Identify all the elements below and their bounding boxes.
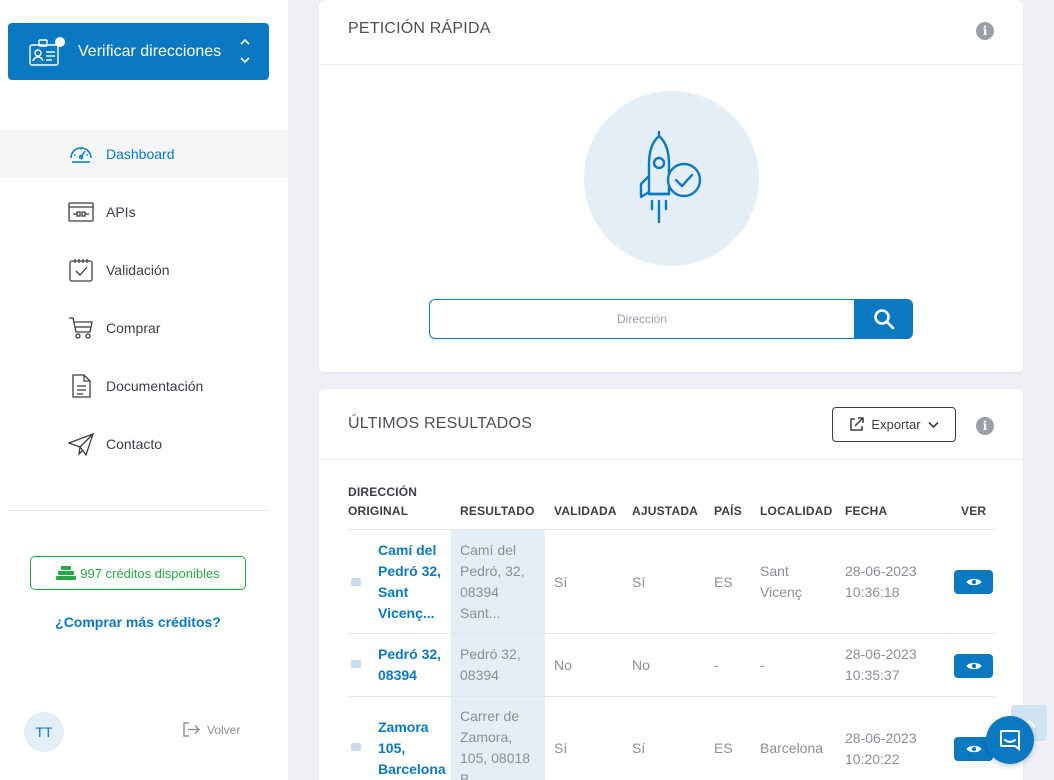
sidebar-item-label: Contacto	[106, 436, 163, 452]
paper-plane-icon	[68, 432, 94, 457]
locality-value: Sant Vicenç	[760, 563, 802, 600]
eye-icon	[966, 745, 981, 753]
row-detail-icon	[351, 578, 361, 586]
search-button[interactable]	[854, 299, 913, 339]
export-dropdown-button[interactable]: Exportar	[832, 407, 956, 442]
eye-icon	[966, 578, 981, 586]
validated-value: Sí	[554, 740, 568, 756]
validated-value: Sí	[554, 574, 568, 590]
chat-icon	[1000, 730, 1020, 751]
info-icon[interactable]: i	[976, 417, 994, 435]
sidebar-item-dashboard[interactable]: Dashboard	[0, 130, 288, 177]
adjusted-value: Sí	[632, 740, 646, 756]
card-divider	[319, 459, 1023, 460]
credits-text: 997 créditos disponibles	[80, 565, 220, 581]
locality-value: Barcelona	[760, 740, 824, 756]
result-address: Camí del Pedró, 32, 08394 Sant...	[460, 542, 525, 621]
sidebar-item-validacion[interactable]: Validación	[0, 246, 288, 293]
sidebar-item-apis[interactable]: APIs	[0, 188, 288, 235]
th-adjusted: AJUSTADA	[632, 504, 699, 518]
quick-request-title: PETICIÓN RÁPIDA	[348, 20, 491, 37]
results-table: DIRECCIÓN ORIGINAL RESULTADO VALIDADA AJ…	[348, 481, 994, 780]
app-switcher-button[interactable]: Verificar direcciones	[8, 23, 269, 80]
chevron-down-icon	[927, 421, 939, 428]
validated-value: No	[554, 657, 572, 673]
calendar-check-icon	[69, 259, 93, 282]
sidebar-item-label: Validación	[106, 262, 170, 278]
logout-icon	[183, 722, 200, 737]
search-icon	[873, 309, 894, 330]
sidebar-divider	[8, 510, 269, 511]
adjusted-value: No	[632, 657, 650, 673]
back-label: Volver	[207, 722, 241, 737]
latest-results-title: ÚLTIMOS RESULTADOS	[348, 415, 533, 432]
view-button[interactable]	[954, 654, 993, 678]
country-value: ES	[714, 740, 733, 756]
result-address: Pedró 32, 08394	[460, 646, 521, 683]
rocket-check-icon	[639, 131, 702, 223]
sidebar-item-label: Documentación	[106, 378, 204, 394]
adjusted-value: Sí	[632, 574, 646, 590]
latest-results-card: ÚLTIMOS RESULTADOS Exportar i DIRECCIÓN …	[319, 389, 1023, 780]
money-stack-icon	[56, 566, 77, 580]
address-input[interactable]	[429, 299, 854, 339]
sidebar-nav: Dashboard APIs Validación Comprar Docume…	[0, 130, 288, 478]
country-value: ES	[714, 574, 733, 590]
th-original: DIRECCIÓN ORIGINAL	[348, 485, 418, 518]
th-date: FECHA	[845, 504, 888, 518]
view-button[interactable]	[954, 570, 993, 594]
address-card-icon	[29, 37, 65, 66]
original-address-link[interactable]: Camí del Pedró 32, Sant Vicenç...	[378, 540, 441, 624]
sidebar: Verificar direcciones Dashboard APIs Val…	[0, 0, 288, 780]
document-icon	[72, 374, 91, 398]
sidebar-item-comprar[interactable]: Comprar	[0, 304, 288, 351]
result-address: Carrer de Zamora, 105, 08018 B...	[460, 708, 531, 780]
th-validated: VALIDADA	[554, 504, 617, 518]
sidebar-item-label: Comprar	[106, 320, 161, 336]
sidebar-item-documentacion[interactable]: Documentación	[0, 362, 288, 409]
avatar[interactable]: TT	[24, 712, 64, 752]
date-value: 28-06-2023 10:36:18	[845, 563, 917, 600]
sidebar-item-label: APIs	[106, 204, 136, 220]
back-button[interactable]: Volver	[183, 722, 240, 737]
original-address-link[interactable]: Zamora 105, Barcelona	[378, 717, 446, 780]
row-detail-icon	[351, 743, 361, 751]
dashboard-icon	[70, 147, 92, 163]
table-header: DIRECCIÓN ORIGINAL RESULTADO VALIDADA AJ…	[348, 481, 994, 530]
table-row: Camí del Pedró 32, Sant Vicenç... Camí d…	[348, 530, 994, 634]
date-value: 28-06-2023 10:20:22	[845, 730, 917, 767]
sidebar-item-label: Dashboard	[106, 146, 175, 162]
info-icon[interactable]: i	[976, 22, 994, 40]
export-label: Exportar	[871, 417, 921, 432]
external-link-icon	[850, 417, 865, 431]
address-search	[429, 299, 913, 339]
table-row: Zamora 105, Barcelona Carrer de Zamora, …	[348, 697, 994, 780]
hero-illustration	[584, 91, 759, 266]
buy-more-credits-link[interactable]: ¿Comprar más créditos?	[0, 614, 276, 630]
eye-icon	[966, 662, 981, 670]
th-locality: LOCALIDAD	[760, 504, 833, 518]
app-title: Verificar direcciones	[78, 43, 222, 60]
api-icon	[68, 202, 94, 222]
row-detail-icon	[351, 660, 361, 668]
th-view: VER	[961, 504, 987, 518]
locality-value: -	[760, 657, 765, 673]
th-country: PAÍS	[714, 504, 742, 518]
table-row: Pedró 32, 08394 Pedró 32, 08394 No No - …	[348, 634, 994, 697]
th-result: RESULTADO	[460, 504, 535, 518]
chevron-up-down-icon	[240, 38, 250, 64]
date-value: 28-06-2023 10:35:37	[845, 646, 917, 683]
chat-launcher-button[interactable]	[986, 716, 1034, 764]
card-divider	[319, 64, 1023, 65]
original-address-link[interactable]: Pedró 32, 08394	[378, 644, 441, 686]
cart-icon	[69, 317, 93, 339]
quick-request-card: PETICIÓN RÁPIDA i	[319, 0, 1023, 372]
credits-badge: 997 créditos disponibles	[30, 556, 246, 590]
country-value: -	[714, 657, 719, 673]
sidebar-item-contacto[interactable]: Contacto	[0, 420, 288, 467]
